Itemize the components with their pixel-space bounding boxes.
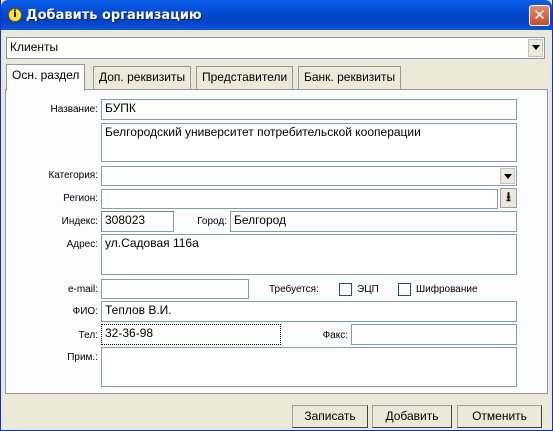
region-field[interactable] bbox=[101, 189, 498, 209]
tab-bank-details[interactable]: Банк. реквизиты bbox=[298, 66, 402, 89]
name-label: Название: bbox=[50, 104, 98, 115]
required-label: Требуется: bbox=[269, 284, 319, 295]
fax-field[interactable] bbox=[351, 324, 517, 345]
add-button[interactable]: Добавить bbox=[372, 405, 452, 428]
fio-label: ФИО: bbox=[72, 306, 98, 317]
group-select-value: Клиенты bbox=[10, 40, 59, 54]
index-field[interactable]: 308023 bbox=[101, 211, 174, 232]
chevron-down-icon[interactable] bbox=[500, 168, 515, 184]
tab-extra-details[interactable]: Доп. реквизиты bbox=[93, 66, 192, 89]
title-bar[interactable]: i Добавить организацию ✕ bbox=[1, 0, 552, 30]
category-select[interactable] bbox=[101, 166, 517, 186]
ecp-checkbox[interactable] bbox=[339, 283, 352, 296]
full-name-field[interactable]: Белгородский университет потребительской… bbox=[101, 123, 517, 162]
email-field[interactable] bbox=[101, 279, 249, 299]
fio-field[interactable]: Теплов В.И. bbox=[101, 301, 517, 322]
ecp-label: ЭЦП bbox=[357, 284, 379, 295]
encryption-checkbox[interactable] bbox=[398, 283, 411, 296]
address-label: Адрес: bbox=[66, 239, 98, 250]
category-label: Категория: bbox=[48, 170, 98, 181]
region-label: Регион: bbox=[63, 193, 98, 204]
tel-field[interactable]: 32-36-98 bbox=[101, 324, 281, 345]
index-label: Индекс: bbox=[61, 216, 98, 227]
info-icon: i bbox=[8, 8, 22, 22]
city-label: Город: bbox=[197, 216, 227, 227]
tab-main[interactable]: Осн. раздел bbox=[6, 64, 86, 91]
window-title: Добавить организацию bbox=[26, 8, 202, 23]
tel-label: Тел: bbox=[78, 330, 98, 341]
encryption-label: Шифрование bbox=[416, 284, 478, 295]
chevron-down-icon[interactable] bbox=[528, 39, 543, 57]
address-field[interactable]: ул.Садовая 116а bbox=[101, 234, 517, 275]
name-field[interactable]: БУПК bbox=[101, 99, 517, 120]
fax-label: Факс: bbox=[322, 330, 348, 341]
note-label: Прим.: bbox=[67, 352, 98, 363]
email-label: e-mail: bbox=[67, 284, 98, 295]
note-field[interactable] bbox=[101, 347, 517, 387]
tab-representatives[interactable]: Представители bbox=[196, 66, 294, 89]
dialog-window: i Добавить организацию ✕ Клиенты Осн. ра… bbox=[0, 0, 553, 431]
city-field[interactable]: Белгород bbox=[230, 211, 517, 232]
close-button[interactable]: ✕ bbox=[529, 5, 550, 26]
cancel-button[interactable]: Отменить bbox=[457, 405, 542, 428]
save-button[interactable]: Записать bbox=[292, 405, 368, 428]
group-select[interactable]: Клиенты bbox=[6, 37, 545, 59]
region-lookup-button[interactable]: ⭳ bbox=[500, 188, 517, 208]
